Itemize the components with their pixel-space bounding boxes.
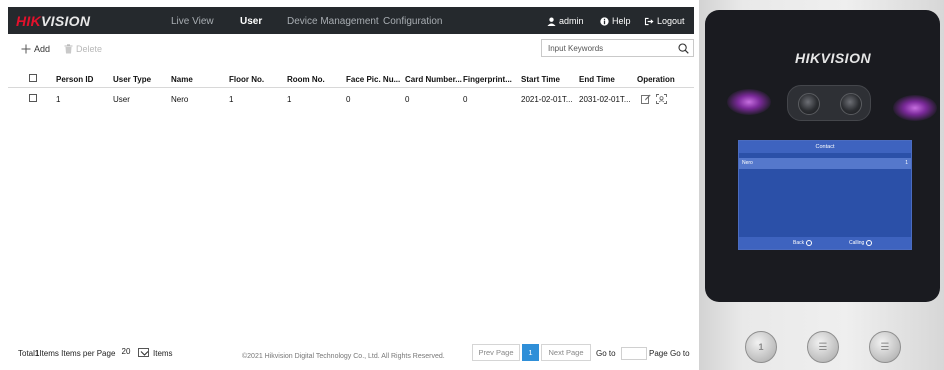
row-checkbox[interactable] bbox=[29, 94, 37, 102]
contact-number: 1 bbox=[905, 160, 908, 166]
chevron-down-icon bbox=[140, 351, 149, 356]
camera-lens-right bbox=[840, 93, 862, 115]
nav-configuration[interactable]: Configuration bbox=[383, 16, 442, 27]
cell-end-time: 2031-02-01T... bbox=[579, 95, 631, 104]
screen-calling-hint: Calling bbox=[849, 237, 873, 249]
nav-live-view[interactable]: Live View bbox=[171, 16, 214, 27]
go-to-button[interactable]: Go to bbox=[670, 349, 690, 358]
column-fingerprint[interactable]: Fingerprint... bbox=[463, 75, 512, 84]
device-brand-logo: HIKVISION bbox=[795, 50, 872, 66]
cell-fingerprint: 0 bbox=[463, 95, 468, 104]
page-1-button[interactable]: 1 bbox=[522, 344, 539, 361]
column-room-no[interactable]: Room No. bbox=[287, 75, 325, 84]
phone-icon bbox=[866, 240, 873, 246]
infrared-light-left bbox=[727, 89, 771, 115]
search-box bbox=[541, 39, 694, 57]
cell-start-time: 2021-02-01T... bbox=[521, 95, 573, 104]
cell-face-pic: 0 bbox=[346, 95, 351, 104]
column-operation: Operation bbox=[637, 75, 675, 84]
go-to-label: Go to bbox=[596, 349, 616, 358]
infrared-light-right bbox=[893, 95, 937, 121]
plus-icon bbox=[21, 44, 31, 54]
column-end-time[interactable]: End Time bbox=[579, 75, 615, 84]
face-scan-icon[interactable] bbox=[656, 94, 667, 104]
column-face-pic[interactable]: Face Pic. Nu... bbox=[346, 75, 400, 84]
column-user-type[interactable]: User Type bbox=[113, 75, 151, 84]
contact-list-item[interactable]: Nero 1 bbox=[739, 158, 911, 169]
web-client: HIKVISION Live View User Device Manageme… bbox=[8, 0, 694, 370]
dot-icon bbox=[806, 240, 813, 246]
logout-button[interactable]: Logout bbox=[644, 16, 685, 26]
total-items-text: Total1Items Items per Page bbox=[18, 349, 116, 358]
next-page-button[interactable]: Next Page bbox=[541, 344, 591, 361]
screen-bottom-bar: Back Calling bbox=[739, 237, 911, 249]
screen-back-hint: Back bbox=[793, 237, 813, 249]
search-input[interactable] bbox=[542, 40, 668, 56]
logout-icon bbox=[644, 17, 654, 25]
device-screen: Contact Nero 1 Back Calling bbox=[738, 140, 912, 250]
contact-name: Nero bbox=[742, 160, 753, 166]
hardware-button-3[interactable]: ☰ bbox=[869, 331, 901, 363]
delete-label: Delete bbox=[76, 44, 103, 54]
table-row[interactable]: 1 User Nero 1 1 0 0 0 2021-02-01T... 203… bbox=[8, 92, 694, 106]
items-label: Items bbox=[153, 349, 173, 358]
intercom-front-panel: HIKVISION Contact Nero 1 Back Calling bbox=[705, 10, 940, 302]
trash-icon bbox=[64, 44, 73, 54]
prev-page-button[interactable]: Prev Page bbox=[472, 344, 520, 361]
table-header: Person ID User Type Name Floor No. Room … bbox=[8, 71, 694, 88]
camera-lens-left bbox=[798, 93, 820, 115]
hardware-button-1[interactable]: 1 bbox=[745, 331, 777, 363]
cell-name: Nero bbox=[171, 95, 189, 104]
select-all-checkbox[interactable] bbox=[29, 74, 37, 82]
column-person-id[interactable]: Person ID bbox=[56, 75, 93, 84]
dual-camera-module bbox=[787, 85, 871, 121]
help-label: Help bbox=[612, 16, 631, 26]
pagination-footer: Total1Items Items per Page 20 Items ©202… bbox=[8, 344, 694, 362]
column-card-number[interactable]: Card Number... bbox=[405, 75, 462, 84]
items-per-page-value: 20 bbox=[121, 347, 131, 356]
search-icon[interactable] bbox=[678, 43, 689, 54]
cell-floor-no: 1 bbox=[229, 95, 234, 104]
page-label: Page bbox=[649, 349, 668, 358]
column-name[interactable]: Name bbox=[171, 75, 193, 84]
cell-card-number: 0 bbox=[405, 95, 410, 104]
menu-icon: ☰ bbox=[818, 341, 828, 353]
nav-user[interactable]: User bbox=[240, 16, 262, 27]
add-button[interactable]: Add bbox=[21, 44, 50, 54]
items-per-page-dropdown[interactable] bbox=[138, 348, 149, 357]
menu-icon: ☰ bbox=[880, 341, 890, 353]
screen-title: Contact bbox=[739, 141, 911, 153]
admin-label: admin bbox=[559, 16, 584, 26]
hikvision-logo: HIKVISION bbox=[16, 13, 91, 29]
help-button[interactable]: Help bbox=[600, 16, 631, 26]
cell-user-type: User bbox=[113, 95, 130, 104]
page-number-input[interactable] bbox=[621, 347, 647, 360]
nav-device-management[interactable]: Device Management bbox=[287, 16, 379, 27]
delete-button[interactable]: Delete bbox=[64, 44, 102, 54]
add-label: Add bbox=[34, 44, 51, 54]
device-photo: HIKVISION Contact Nero 1 Back Calling 1 … bbox=[699, 0, 944, 370]
hardware-button-2[interactable]: ☰ bbox=[807, 331, 839, 363]
info-icon bbox=[600, 16, 609, 26]
column-start-time[interactable]: Start Time bbox=[521, 75, 560, 84]
copyright-text: ©2021 Hikvision Digital Technology Co., … bbox=[242, 353, 445, 360]
user-icon bbox=[547, 17, 556, 26]
cell-person-id: 1 bbox=[56, 95, 61, 104]
column-floor-no[interactable]: Floor No. bbox=[229, 75, 264, 84]
top-navigation-bar: HIKVISION Live View User Device Manageme… bbox=[8, 7, 694, 34]
account-admin[interactable]: admin bbox=[547, 16, 584, 26]
cell-room-no: 1 bbox=[287, 95, 292, 104]
logout-label: Logout bbox=[657, 16, 685, 26]
edit-icon[interactable] bbox=[641, 94, 651, 104]
